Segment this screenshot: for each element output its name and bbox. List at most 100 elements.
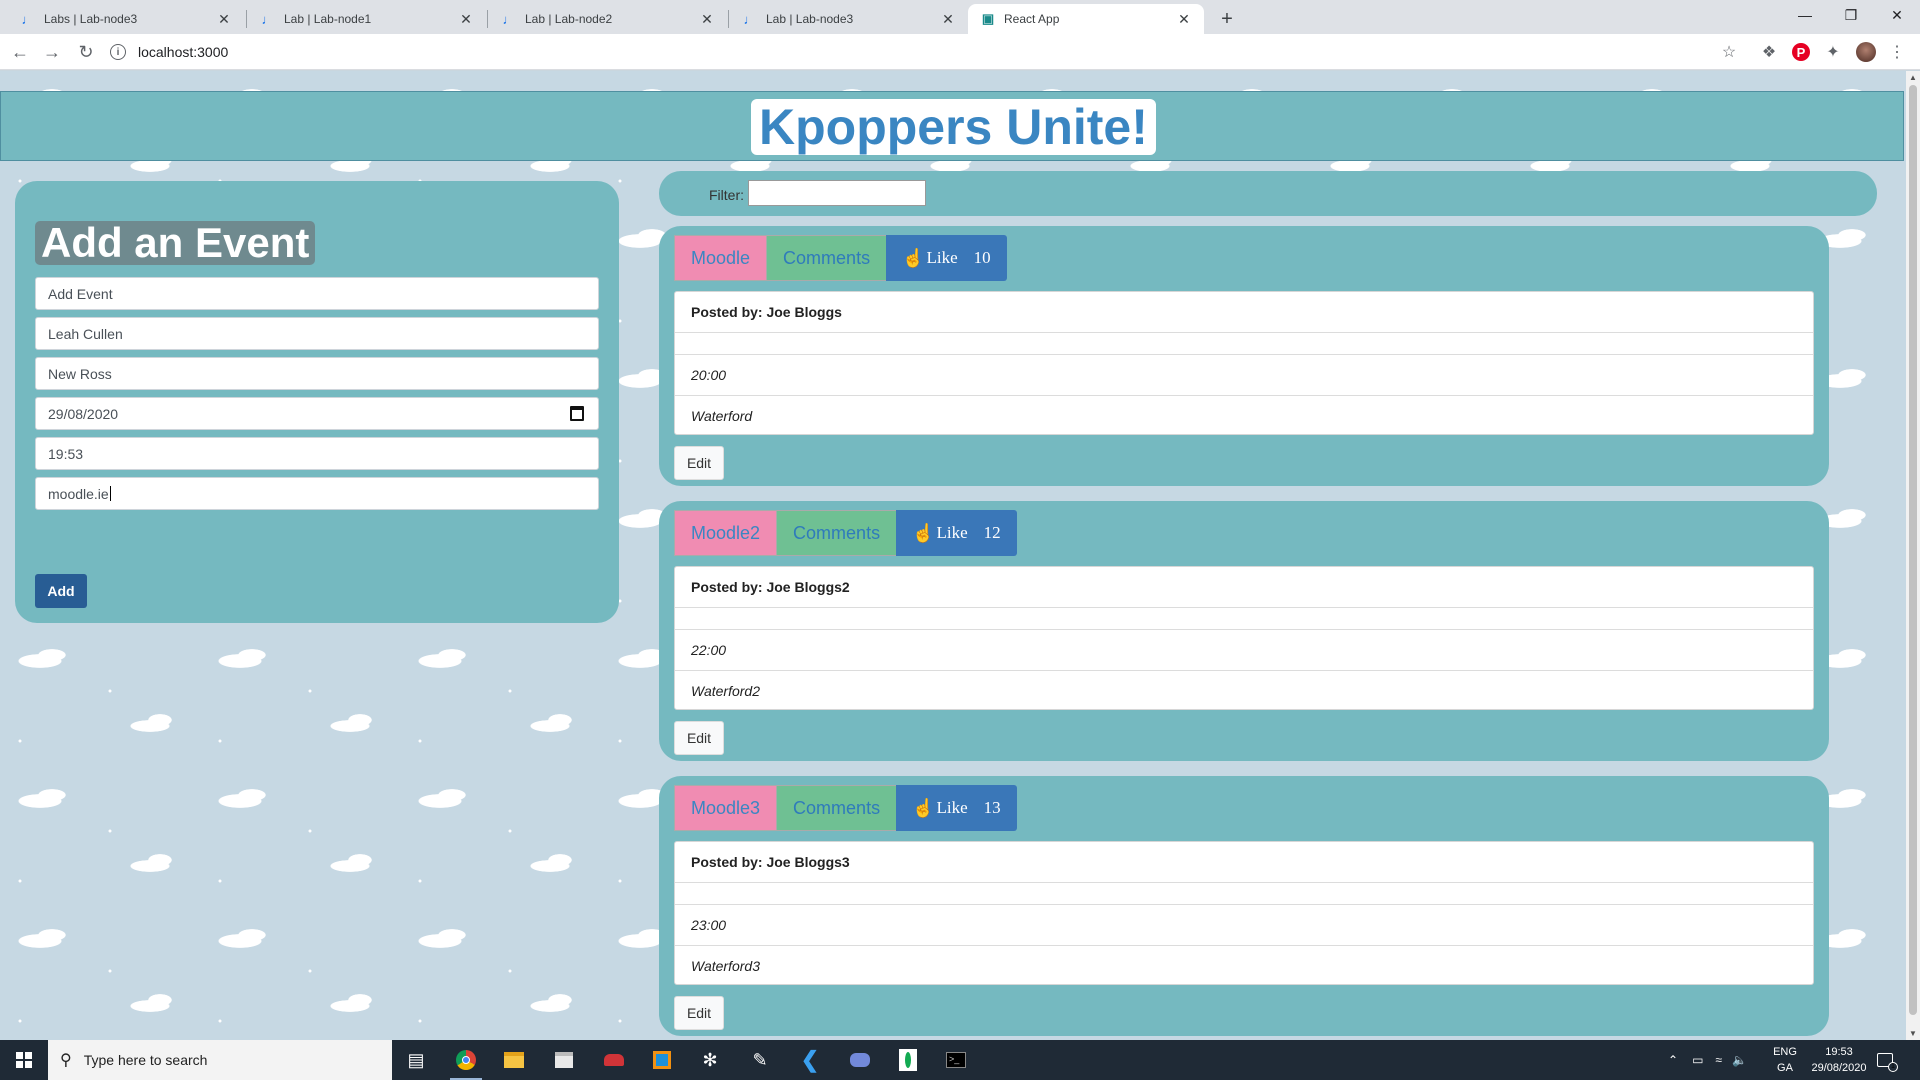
event-name-button[interactable]: Moodle	[674, 235, 768, 281]
event-details: Posted by: Joe Bloggs2 22:00 Waterford2	[674, 566, 1814, 710]
link-input[interactable]: moodle.ie	[35, 477, 599, 510]
restore-icon[interactable]: ❐	[1828, 0, 1874, 30]
empty-row	[675, 607, 1813, 629]
event-location: Waterford2	[675, 670, 1813, 711]
vscode-icon[interactable]: ❮	[790, 1044, 830, 1076]
input-language[interactable]: ENG GA	[1768, 1044, 1802, 1076]
location-value: New Ross	[48, 365, 112, 382]
file-explorer-icon[interactable]	[494, 1044, 534, 1076]
red-app-icon[interactable]	[594, 1044, 634, 1076]
like-label: Like	[926, 248, 958, 267]
like-button[interactable]: ☝ Like 13	[896, 785, 1017, 831]
comments-button[interactable]: Comments	[777, 510, 897, 556]
taskbar-search[interactable]: ⚲ Type here to search	[48, 1040, 392, 1080]
react-favicon-icon: ▣	[981, 11, 995, 26]
edit-button[interactable]: Edit	[674, 721, 724, 755]
wifi-icon[interactable]: ≈	[1715, 1053, 1722, 1067]
window-close-icon[interactable]: ✕	[1874, 0, 1920, 30]
menu-kebab-icon[interactable]: ⋮	[1886, 41, 1908, 63]
time-input[interactable]: 19:53	[35, 437, 599, 470]
bookmark-star-icon[interactable]: ☆	[1718, 41, 1740, 63]
close-icon[interactable]: ✕	[940, 11, 956, 27]
like-label: Like	[936, 523, 968, 542]
browser-tab-active[interactable]: ▣ React App ✕	[968, 4, 1204, 34]
add-event-panel: Add an Event Add Event Leah Cullen New R…	[15, 181, 619, 623]
close-icon[interactable]: ✕	[699, 11, 715, 27]
date-input[interactable]: 29/08/2020	[35, 397, 599, 430]
comments-button[interactable]: Comments	[777, 785, 897, 831]
author-input[interactable]: Leah Cullen	[35, 317, 599, 350]
calendar-icon[interactable]	[570, 406, 584, 421]
event-name-button[interactable]: Moodle2	[674, 510, 778, 556]
close-icon[interactable]: ✕	[1176, 11, 1192, 27]
browser-toolbar: ← → ↻ i localhost:3000 ☆ ❖ P ✦ ⋮	[0, 34, 1920, 70]
pinterest-extension-icon[interactable]: P	[1792, 43, 1810, 61]
location-input[interactable]: New Ross	[35, 357, 599, 390]
minimize-icon[interactable]: —	[1782, 0, 1828, 30]
scroll-up-arrow-icon[interactable]: ▲	[1909, 73, 1917, 82]
terminal-icon[interactable]: >_	[936, 1044, 976, 1076]
extensions-puzzle-icon[interactable]: ✦	[1822, 41, 1844, 63]
orange-app-icon[interactable]	[642, 1044, 682, 1076]
action-center-icon[interactable]: 1	[1874, 1049, 1898, 1072]
add-event-heading: Add an Event	[35, 219, 316, 266]
windows-taskbar: ⚲ Type here to search ▤ ✻ ✎ ❮ >_ ⌃ ▭ ≈ 🔈…	[0, 1040, 1920, 1080]
dropbox-extension-icon[interactable]: ❖	[1758, 41, 1780, 63]
like-button[interactable]: ☝ Like 10	[886, 235, 1007, 281]
event-button-group: Moodle Comments ☝ Like 10	[674, 235, 1007, 281]
forward-arrow-icon[interactable]: →	[40, 40, 64, 64]
thumbs-up-icon: ☝	[902, 247, 925, 268]
event-name-button[interactable]: Moodle3	[674, 785, 778, 831]
site-info-icon[interactable]: i	[110, 44, 126, 60]
store-icon[interactable]	[544, 1044, 584, 1076]
chrome-icon[interactable]	[446, 1044, 486, 1080]
close-icon[interactable]: ✕	[458, 11, 474, 27]
tab-title: Lab | Lab-node3	[766, 12, 854, 26]
task-view-icon[interactable]: ▤	[396, 1044, 436, 1076]
browser-tab[interactable]: ♩ Labs | Lab-node3 ✕	[8, 4, 244, 34]
posted-by: Posted by: Joe Bloggs2	[691, 579, 850, 595]
profile-avatar[interactable]	[1856, 42, 1876, 62]
steam-icon[interactable]: ✻	[690, 1044, 730, 1076]
thumbs-up-icon: ☝	[912, 522, 935, 543]
browser-tab[interactable]: ♩ Lab | Lab-node1 ✕	[248, 4, 486, 34]
close-icon[interactable]: ✕	[216, 11, 232, 27]
app-header: Kpoppers Unite!	[0, 91, 1904, 161]
show-hidden-icons-chevron-icon[interactable]: ⌃	[1668, 1053, 1678, 1067]
discord-icon[interactable]	[840, 1044, 880, 1076]
clock-time: 19:53	[1825, 1046, 1853, 1058]
battery-icon[interactable]: ▭	[1692, 1053, 1703, 1067]
comments-button[interactable]: Comments	[767, 235, 887, 281]
browser-tab[interactable]: ♩ Lab | Lab-node2 ✕	[489, 4, 727, 34]
volume-icon[interactable]: 🔈	[1732, 1053, 1747, 1067]
paint-icon[interactable]: ✎	[740, 1044, 780, 1076]
event-name-input[interactable]: Add Event	[35, 277, 599, 310]
event-card: Moodle2 Comments ☝ Like 12 Posted by: Jo…	[659, 501, 1829, 761]
taskbar-clock[interactable]: 19:53 29/08/2020	[1808, 1044, 1870, 1076]
edit-button[interactable]: Edit	[674, 446, 724, 480]
empty-row	[675, 882, 1813, 904]
like-button[interactable]: ☝ Like 12	[896, 510, 1017, 556]
tab-separator	[728, 10, 729, 28]
browser-tab[interactable]: ♩ Lab | Lab-node3 ✕	[730, 4, 968, 34]
scroll-down-arrow-icon[interactable]: ▼	[1909, 1029, 1917, 1038]
filter-bar: Filter:	[659, 171, 1877, 216]
edit-button[interactable]: Edit	[674, 996, 724, 1030]
filter-label: Filter:	[709, 187, 744, 203]
mongodb-icon[interactable]	[888, 1044, 928, 1076]
filter-input[interactable]	[748, 180, 926, 206]
event-button-group: Moodle2 Comments ☝ Like 12	[674, 510, 1017, 556]
tab-favicon-icon: ♩	[502, 11, 516, 27]
new-tab-plus-icon[interactable]: +	[1214, 6, 1240, 32]
address-bar[interactable]: i localhost:3000	[110, 38, 1750, 66]
text-caret	[109, 486, 111, 501]
event-time: 20:00	[675, 354, 1813, 395]
back-arrow-icon[interactable]: ←	[8, 40, 32, 64]
reload-icon[interactable]: ↻	[74, 40, 98, 64]
start-button[interactable]	[0, 1040, 48, 1080]
page-scrollbar[interactable]: ▲ ▼	[1906, 71, 1920, 1040]
event-details: Posted by: Joe Bloggs 20:00 Waterford	[674, 291, 1814, 435]
add-button[interactable]: Add	[35, 574, 87, 608]
scrollbar-thumb[interactable]	[1909, 85, 1917, 1015]
tab-title: Lab | Lab-node2	[525, 12, 613, 26]
